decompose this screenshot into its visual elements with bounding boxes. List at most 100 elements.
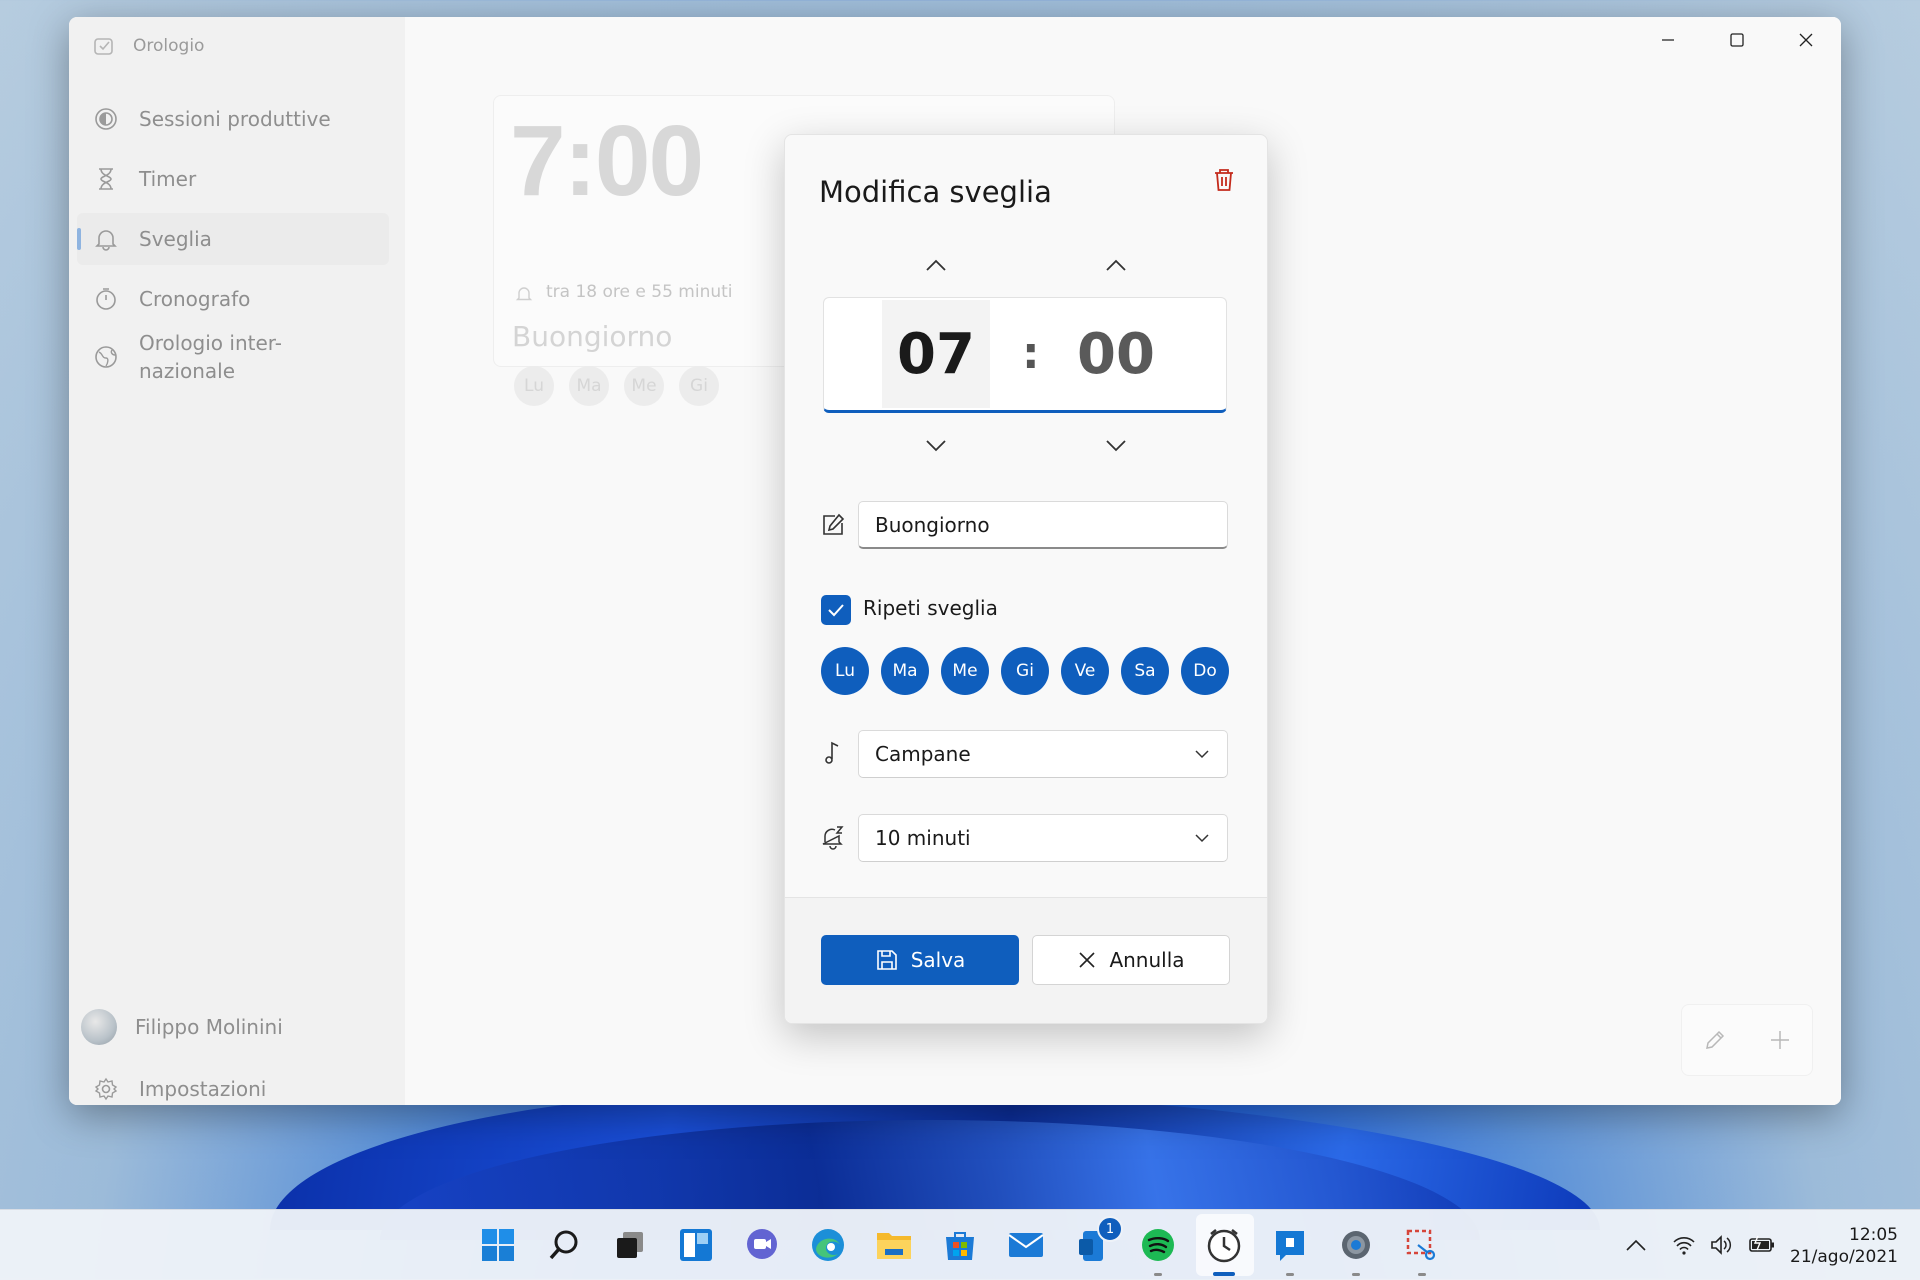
alarm-name: Buongiorno xyxy=(512,320,673,353)
clock-date: 21/ago/2021 xyxy=(1790,1247,1898,1267)
day-toggle-thursday[interactable]: Gi xyxy=(1001,647,1049,695)
running-indicator xyxy=(1286,1273,1294,1276)
repeat-checkbox[interactable] xyxy=(821,595,851,625)
app-title: Orologio xyxy=(133,36,205,56)
file-explorer-button[interactable] xyxy=(873,1224,915,1266)
spotify-button[interactable] xyxy=(1137,1224,1179,1276)
task-view-icon xyxy=(617,1232,643,1258)
label-line-1: Orologio inter- xyxy=(139,331,282,355)
volume-icon xyxy=(1711,1235,1732,1255)
widgets-icon xyxy=(680,1229,712,1261)
label-line-2: nazionale xyxy=(139,359,236,383)
snooze-dropdown[interactable]: 10 minuti xyxy=(858,814,1228,862)
taskbar: 1 12:05 21/ago/2021 xyxy=(0,1209,1920,1280)
clock-time: 12:05 xyxy=(1849,1225,1898,1245)
start-button[interactable] xyxy=(477,1224,519,1266)
sidebar: Orologio Sessioni produttive Timer Svegl… xyxy=(69,17,405,1105)
wifi-icon xyxy=(1673,1237,1695,1255)
alarm-days: Lu Ma Me Gi xyxy=(514,366,719,406)
minute-down-button[interactable] xyxy=(1101,433,1131,457)
clock-app-window: Orologio Sessioni produttive Timer Svegl… xyxy=(69,17,1841,1105)
start-icon xyxy=(482,1229,514,1261)
day-toggle-friday[interactable]: Ve xyxy=(1061,647,1109,695)
taskbar-clock[interactable]: 12:05 21/ago/2021 xyxy=(1790,1224,1898,1268)
repeat-label: Ripeti sveglia xyxy=(863,596,998,620)
snipping-tool-icon xyxy=(1406,1229,1436,1261)
search-icon xyxy=(549,1230,578,1260)
sidebar-item-world-clock[interactable]: Orologio inter- nazionale xyxy=(77,325,389,389)
task-view-button[interactable] xyxy=(609,1224,651,1266)
search-button[interactable] xyxy=(543,1224,585,1266)
minute-up-button[interactable] xyxy=(1101,253,1131,277)
delete-icon[interactable] xyxy=(1209,165,1239,195)
stopwatch-icon xyxy=(96,288,116,310)
sound-dropdown[interactable]: Campane xyxy=(858,730,1228,778)
store-icon xyxy=(946,1232,974,1260)
running-indicator xyxy=(1418,1273,1426,1276)
widgets-button[interactable] xyxy=(675,1224,717,1266)
battery-icon xyxy=(1749,1235,1774,1252)
day-toggle-tuesday[interactable]: Ma xyxy=(881,647,929,695)
day-toggle-monday[interactable]: Lu xyxy=(821,647,869,695)
minute-value[interactable]: 00 xyxy=(1062,300,1170,408)
day-toggle-sunday[interactable]: Do xyxy=(1181,647,1229,695)
notification-badge: 1 xyxy=(1097,1216,1123,1242)
hour-up-button[interactable] xyxy=(921,253,951,277)
settings-icon xyxy=(1342,1231,1370,1259)
mail-button[interactable] xyxy=(1005,1224,1047,1266)
teams-chat-icon xyxy=(747,1229,777,1259)
minimize-icon xyxy=(1662,39,1674,41)
hourglass-icon xyxy=(99,168,113,190)
sidebar-item-label: Cronografo xyxy=(139,287,251,311)
time-picker[interactable]: 07 : 00 xyxy=(823,297,1227,413)
phone-link-button[interactable]: 1 xyxy=(1071,1216,1123,1266)
avatar xyxy=(81,1009,117,1045)
teams-chat-button[interactable] xyxy=(741,1224,783,1266)
running-indicator xyxy=(1352,1273,1360,1276)
sidebar-item-focus-sessions[interactable]: Sessioni produttive xyxy=(77,93,389,145)
save-label: Salva xyxy=(910,948,966,972)
sidebar-item-timer[interactable]: Timer xyxy=(77,153,389,205)
account-button[interactable]: Filippo Molinini xyxy=(69,1001,381,1053)
settings-taskbar-button[interactable] xyxy=(1335,1224,1377,1276)
hour-value[interactable]: 07 xyxy=(882,300,990,408)
settings-button[interactable]: Impostazioni xyxy=(77,1063,389,1105)
feedback-hub-button[interactable] xyxy=(1269,1224,1311,1276)
snooze-icon xyxy=(822,826,844,850)
clock-app-taskbar-button[interactable] xyxy=(1203,1224,1245,1276)
snipping-tool-button[interactable] xyxy=(1401,1224,1443,1276)
close-button[interactable] xyxy=(1772,17,1840,63)
show-hidden-icons-button[interactable] xyxy=(1625,1230,1647,1260)
time-separator: : xyxy=(1022,328,1040,379)
maximize-button[interactable] xyxy=(1703,17,1771,63)
day-chip: Ma xyxy=(569,366,609,406)
edit-name-icon xyxy=(823,513,845,535)
focus-icon xyxy=(95,108,117,130)
alarm-time: 7:00 xyxy=(510,105,704,217)
hour-down-button[interactable] xyxy=(921,433,951,457)
cancel-button[interactable]: Annulla xyxy=(1032,935,1230,985)
day-toggle-saturday[interactable]: Sa xyxy=(1121,647,1169,695)
chevron-down-icon xyxy=(1195,834,1209,843)
clock-app-icon xyxy=(94,38,113,55)
alarm-name-input[interactable]: Buongiorno xyxy=(858,501,1228,549)
day-toggle-wednesday[interactable]: Me xyxy=(941,647,989,695)
edit-icon[interactable] xyxy=(1702,1027,1728,1053)
add-icon[interactable] xyxy=(1767,1027,1793,1053)
sidebar-item-alarm[interactable]: Sveglia xyxy=(77,213,389,265)
store-button[interactable] xyxy=(939,1224,981,1266)
edge-icon xyxy=(812,1229,844,1261)
minimize-button[interactable] xyxy=(1634,17,1702,63)
edge-button[interactable] xyxy=(807,1224,849,1266)
file-explorer-icon xyxy=(877,1233,911,1259)
save-button[interactable]: Salva xyxy=(821,935,1019,985)
quick-settings-button[interactable] xyxy=(1672,1230,1776,1260)
sidebar-item-label: Orologio inter- nazionale xyxy=(139,329,282,385)
day-chip: Lu xyxy=(514,366,554,406)
spotify-icon xyxy=(1142,1229,1174,1261)
save-icon xyxy=(876,950,897,970)
music-note-icon xyxy=(825,741,839,764)
cancel-label: Annulla xyxy=(1109,948,1185,972)
user-name: Filippo Molinini xyxy=(135,1015,283,1039)
sidebar-item-stopwatch[interactable]: Cronografo xyxy=(77,273,389,325)
